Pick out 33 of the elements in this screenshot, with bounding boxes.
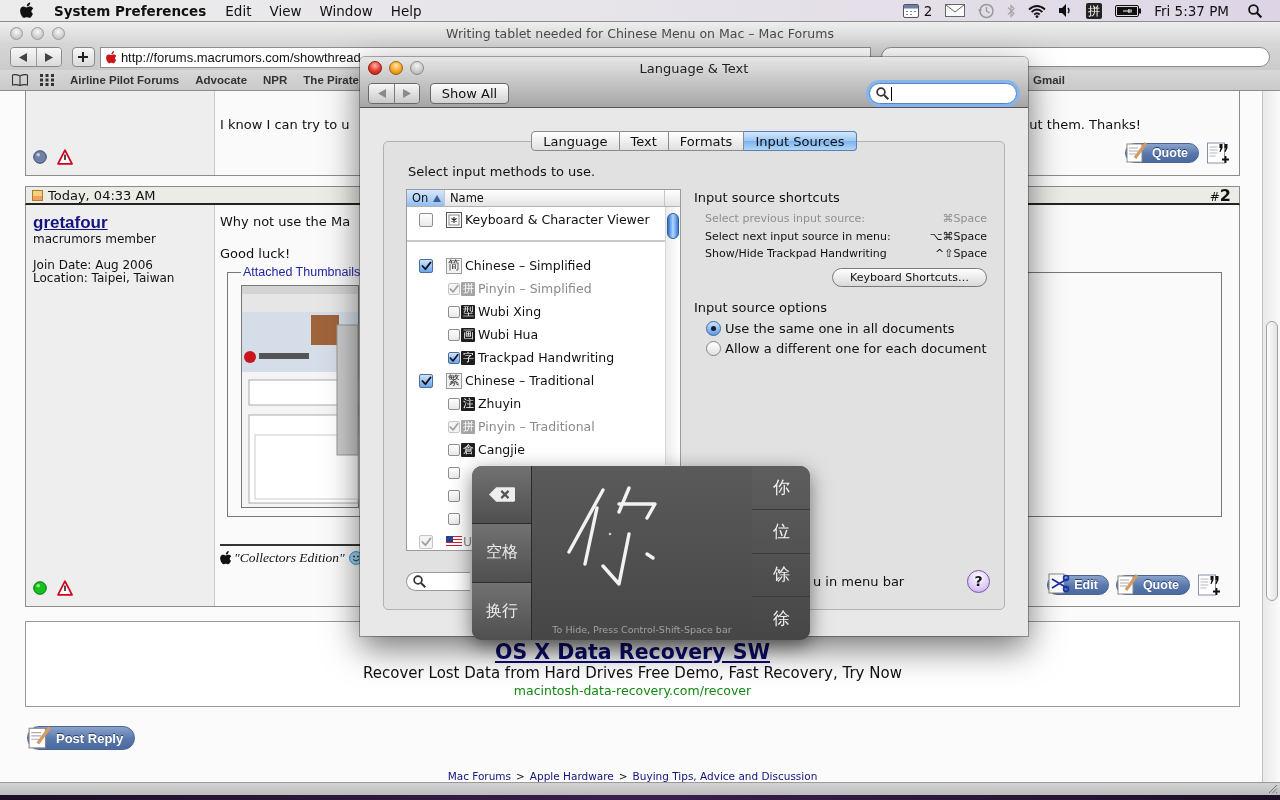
input-method-glyph: 拼 xyxy=(461,419,475,434)
member-location: Location: Taipei, Taiwan xyxy=(33,272,175,285)
window-title: Language & Text xyxy=(639,60,749,76)
input-method-glyph: 倉 xyxy=(461,442,475,457)
input-method-glyph: 字 xyxy=(461,350,475,365)
post-date: Today, 04:33 AM xyxy=(48,187,156,203)
hint-text: To Hide, Press Control-Shift-Space bar xyxy=(552,624,732,635)
shortcut-label: Select previous input source: xyxy=(705,211,865,227)
input-method-glyph: 注 xyxy=(461,396,475,411)
ad-description: Recover Lost Data from Hard Drives Free Demo, Fast Recovery, Try Now xyxy=(363,664,902,683)
post-text: I know I can try to u xyxy=(220,117,350,133)
input-method-glyph: 型 xyxy=(461,304,475,319)
post-text: ut them. Thanks! xyxy=(1029,117,1141,133)
section-heading: Input source shortcuts xyxy=(694,190,841,206)
input-method-glyph: 画 xyxy=(461,327,475,342)
shortcut-label: Select next input source in menu: xyxy=(705,228,891,245)
breadcrumb-separator: > xyxy=(516,770,525,782)
breadcrumb-separator: > xyxy=(618,770,628,782)
window-title: Writing tablet needed for Chinese Menu on Mac – Mac Forums xyxy=(446,25,834,41)
input-method-glyph: 拼 xyxy=(461,281,475,296)
shortcut-label: Show/Hide Trackpad Handwriting xyxy=(705,246,887,262)
post-text: Why not use the Ma xyxy=(220,214,351,230)
post-text: Good luck! xyxy=(220,246,291,262)
shortcut-keys: ^⇧Space xyxy=(935,245,987,263)
member-rank: macrumors member xyxy=(33,232,156,247)
section-heading: Input source options xyxy=(694,299,828,316)
join-date: Join Date: Aug 2006 xyxy=(33,259,153,272)
shortcut-keys: ⌥⌘Space xyxy=(929,227,987,245)
signature-text: "Collectors Edition" xyxy=(234,550,345,566)
shortcut-keys: ⌘Space xyxy=(942,210,987,228)
input-method-glyph: 繁 xyxy=(446,372,462,389)
instruction-text: Select input methods to use. xyxy=(408,164,597,180)
input-method-glyph: 简 xyxy=(446,257,462,274)
